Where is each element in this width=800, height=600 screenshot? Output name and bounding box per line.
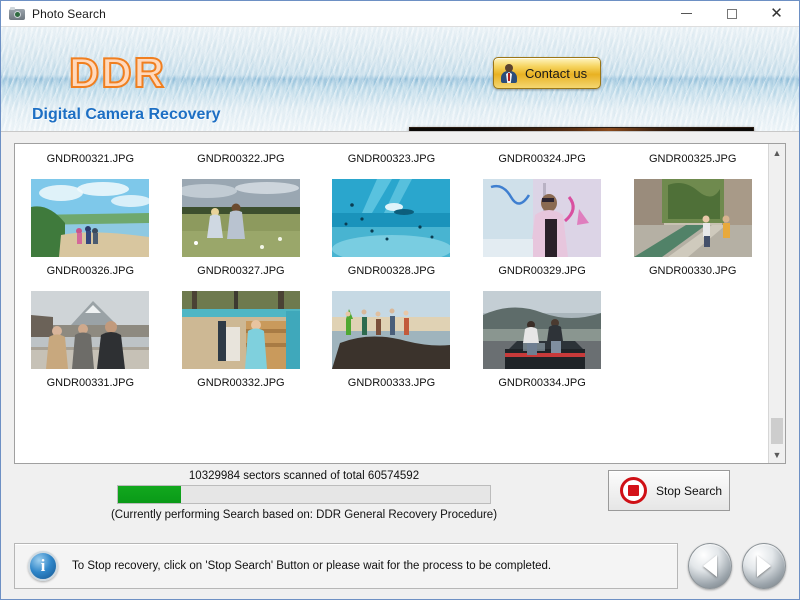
thumbnail-label: GNDR00331.JPG: [46, 377, 135, 389]
website-banner: Data-Recovery-Usb-Drive.com: [409, 127, 754, 132]
procedure-status-text: (Currently performing Search based on: D…: [110, 509, 498, 521]
ddr-logo: DDR: [68, 48, 166, 97]
stop-search-label: Stop Search: [656, 483, 723, 498]
thumbnail-image[interactable]: [181, 291, 300, 369]
scan-progress-fill: [118, 486, 182, 503]
thumbnail-image[interactable]: [332, 291, 451, 369]
scan-progress-bar: [117, 485, 491, 504]
stop-search-button[interactable]: Stop Search: [608, 470, 730, 511]
scrollbar-thumb[interactable]: [771, 418, 783, 444]
minimize-button[interactable]: [664, 1, 709, 27]
thumbnail-scroll-area[interactable]: GNDR00321.JPG GNDR00322.JPG GNDR00323.JP…: [15, 144, 768, 463]
thumbnail-item[interactable]: GNDR00334.JPG: [467, 291, 618, 389]
sector-status-text: 10329984 sectors scanned of total 605745…: [188, 470, 420, 482]
thumbnail-item[interactable]: GNDR00332.JPG: [166, 291, 317, 389]
thumbnail-item[interactable]: GNDR00331.JPG: [15, 291, 166, 389]
thumbnail-label: GNDR00333.JPG: [347, 377, 436, 389]
thumbnail-label: GNDR00325.JPG: [648, 153, 737, 165]
maximize-button[interactable]: [709, 1, 754, 27]
scroll-up-icon[interactable]: ▲: [769, 144, 785, 161]
thumbnail-item[interactable]: GNDR00330.JPG: [617, 179, 768, 277]
thumbnail-item[interactable]: GNDR00327.JPG: [166, 179, 317, 277]
progress-area: 10329984 sectors scanned of total 605745…: [14, 464, 786, 521]
close-button[interactable]: ✕: [754, 1, 799, 27]
next-button[interactable]: [742, 543, 786, 589]
title-bar: Photo Search ✕: [1, 1, 799, 27]
person-icon: [500, 63, 518, 83]
thumbnail-item[interactable]: GNDR00329.JPG: [467, 179, 618, 277]
thumbnail-item-empty: [617, 291, 768, 389]
thumbnail-label: GNDR00327.JPG: [197, 265, 285, 277]
contact-us-label: Contact us: [525, 65, 588, 81]
thumbnail-item[interactable]: GNDR00326.JPG: [15, 179, 166, 277]
top-label-row: GNDR00321.JPG GNDR00322.JPG GNDR00323.JP…: [15, 144, 768, 165]
thumbnail-label: GNDR00330.JPG: [648, 265, 737, 277]
app-header: DDR Digital Camera Recovery Contact us D…: [1, 27, 799, 132]
thumbnail-image[interactable]: [31, 179, 150, 257]
thumbnail-label: GNDR00324.JPG: [498, 153, 586, 165]
next-arrow-icon: [757, 555, 771, 577]
thumbnail-label: GNDR00332.JPG: [197, 377, 285, 389]
thumbnail-label: GNDR00326.JPG: [46, 265, 135, 277]
thumbnail-row: GNDR00326.JPG GNDR00327.JPG GNDR00328.JP…: [15, 165, 768, 277]
vertical-scrollbar[interactable]: ▲ ▼: [768, 144, 785, 463]
info-message: To Stop recovery, click on 'Stop Search'…: [72, 560, 552, 572]
contact-us-button[interactable]: Contact us: [493, 57, 601, 89]
thumbnail-image[interactable]: [181, 179, 300, 257]
scroll-down-icon[interactable]: ▼: [769, 446, 785, 463]
thumbnail-item[interactable]: GNDR00333.JPG: [316, 291, 467, 389]
thumbnail-image[interactable]: [483, 179, 602, 257]
thumbnail-label: GNDR00321.JPG: [46, 153, 135, 165]
scrollbar-track[interactable]: [769, 161, 785, 446]
thumbnail-panel: GNDR00321.JPG GNDR00322.JPG GNDR00323.JP…: [14, 143, 786, 464]
thumbnail-image[interactable]: [332, 179, 451, 257]
info-icon: i: [28, 551, 58, 581]
maximize-icon: [726, 8, 737, 19]
bottom-bar: i To Stop recovery, click on 'Stop Searc…: [1, 535, 799, 599]
info-panel: i To Stop recovery, click on 'Stop Searc…: [14, 543, 678, 589]
thumbnail-item[interactable]: GNDR00328.JPG: [316, 179, 467, 277]
previous-arrow-icon: [703, 555, 717, 577]
stop-icon: [620, 477, 647, 504]
thumbnail-image[interactable]: [633, 179, 752, 257]
main-content: GNDR00321.JPG GNDR00322.JPG GNDR00323.JP…: [1, 132, 799, 535]
close-icon: ✕: [770, 5, 783, 22]
thumbnail-label: GNDR00329.JPG: [498, 265, 586, 277]
website-banner-text: Data-Recovery-Usb-Drive.com: [441, 131, 722, 132]
camera-icon: [9, 6, 25, 22]
thumbnail-image[interactable]: [31, 291, 150, 369]
header-subtitle: Digital Camera Recovery: [32, 106, 221, 123]
thumbnail-row: GNDR00331.JPG GNDR00332.JPG GNDR00333.JP…: [15, 277, 768, 389]
thumbnail-label: GNDR00323.JPG: [347, 153, 436, 165]
previous-button[interactable]: [688, 543, 732, 589]
thumbnail-label: GNDR00334.JPG: [498, 377, 586, 389]
thumbnail-label: GNDR00328.JPG: [347, 265, 436, 277]
window-title: Photo Search: [32, 6, 106, 21]
photo-search-window: Photo Search ✕ DDR Digital Camera Recove…: [0, 0, 800, 600]
progress-left-column: 10329984 sectors scanned of total 605745…: [14, 470, 594, 521]
minimize-icon: [681, 13, 692, 14]
thumbnail-label: GNDR00322.JPG: [197, 153, 285, 165]
thumbnail-image[interactable]: [483, 291, 602, 369]
